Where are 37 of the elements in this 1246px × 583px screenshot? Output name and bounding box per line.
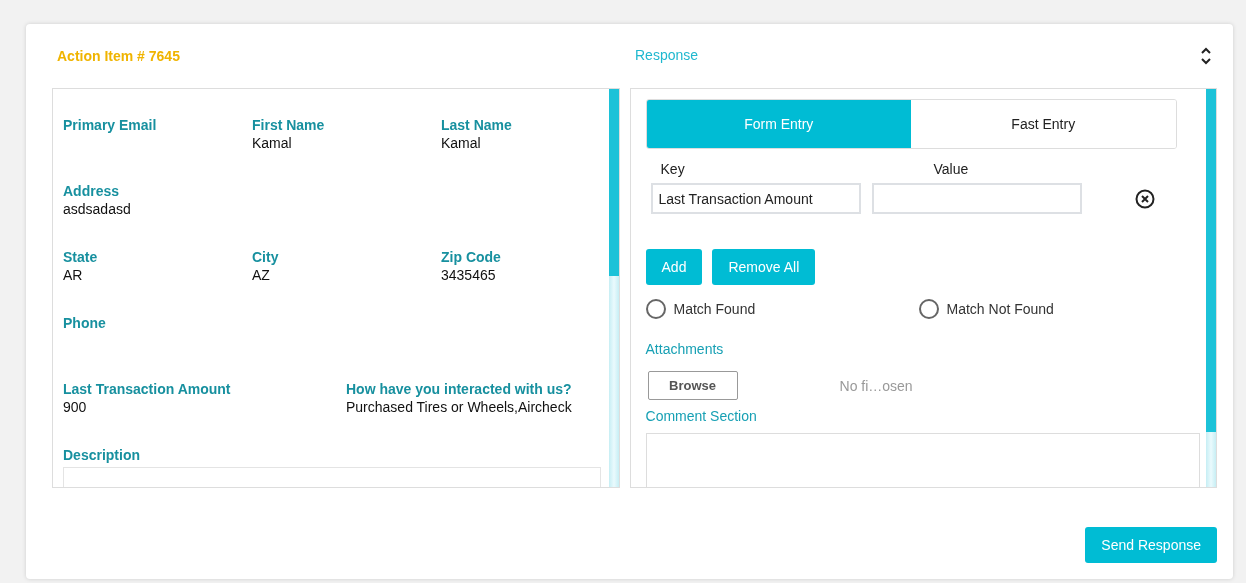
field-value: Kamal bbox=[441, 135, 482, 151]
action-item-title: Action Item # 7645 bbox=[56, 48, 181, 64]
value-field[interactable] bbox=[871, 183, 1082, 214]
value-label: Value bbox=[933, 161, 970, 177]
remove-circle-icon[interactable] bbox=[1134, 188, 1155, 209]
radio-label[interactable]: Match Not Found bbox=[946, 301, 1054, 317]
field-label: Zip Code bbox=[441, 249, 502, 267]
field-value: Kamal bbox=[252, 135, 293, 151]
key-field[interactable]: Last Transaction Amount bbox=[650, 183, 861, 214]
response-title: Response bbox=[635, 47, 700, 63]
field-label: Phone bbox=[63, 315, 107, 333]
field-label: Last Name bbox=[441, 117, 513, 135]
field-label: City bbox=[252, 249, 280, 267]
scrollbar[interactable] bbox=[1206, 89, 1216, 487]
comment-label: Comment Section bbox=[645, 408, 758, 424]
field-value: 900 bbox=[63, 399, 88, 415]
radio-button[interactable] bbox=[645, 299, 666, 319]
field-value: Purchased Tires or Wheels,Aircheck bbox=[346, 399, 573, 415]
field-value: asdsadasd bbox=[63, 201, 132, 217]
file-name: No fi…osen bbox=[839, 377, 913, 394]
field-label: Last Transaction Amount bbox=[63, 381, 232, 399]
field-value: AZ bbox=[252, 267, 271, 283]
field-label: State bbox=[63, 249, 99, 267]
attachments-label: Attachments bbox=[645, 341, 725, 357]
scrollbar[interactable] bbox=[608, 89, 619, 487]
field-label: How have you interacted with us? bbox=[346, 381, 573, 399]
field-label: Primary Email bbox=[63, 117, 158, 135]
radio-button[interactable] bbox=[918, 299, 939, 319]
sort-chevrons-icon[interactable] bbox=[1201, 47, 1211, 65]
field-label: Description bbox=[63, 447, 141, 465]
key-label: Key bbox=[660, 161, 686, 177]
radio-label[interactable]: Match Found bbox=[673, 301, 756, 317]
field-label: First Name bbox=[252, 117, 326, 135]
field-value: AR bbox=[63, 267, 84, 283]
field-value: 3435465 bbox=[441, 267, 497, 283]
browse-button[interactable]: Browse bbox=[647, 371, 738, 400]
field-label: Address bbox=[63, 183, 121, 201]
